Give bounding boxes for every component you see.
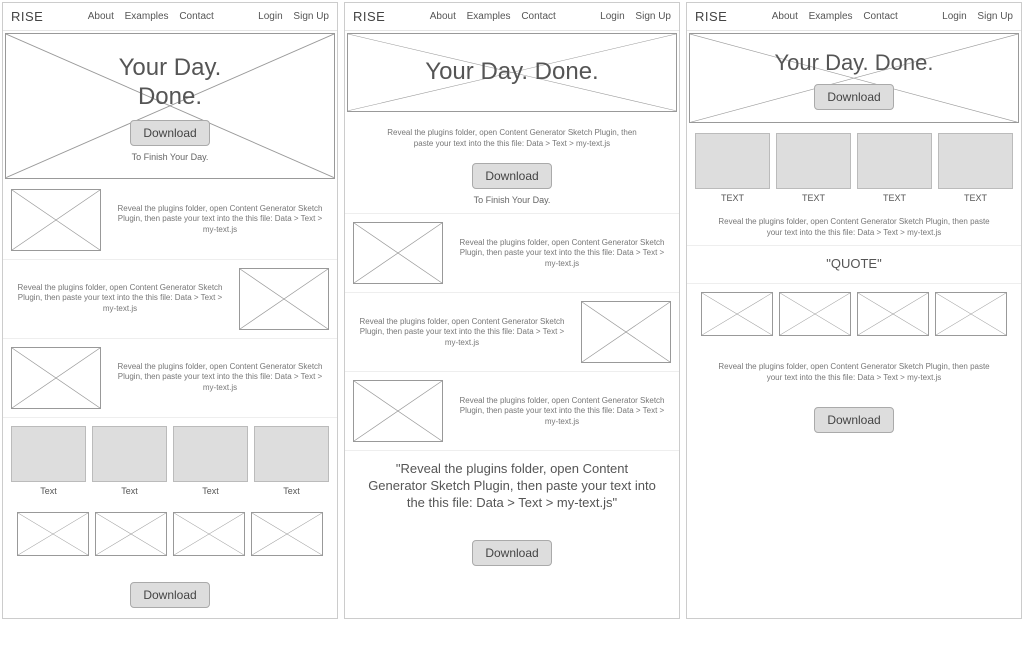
nav-contact[interactable]: Contact	[521, 11, 555, 22]
layout-variant-2: RISE About Examples Contact Login Sign U…	[344, 2, 680, 619]
feature-row-3: Reveal the plugins folder, open Content …	[3, 339, 337, 418]
quote-block: "Reveal the plugins folder, open Content…	[345, 451, 679, 522]
feature-row-2: Reveal the plugins folder, open Content …	[345, 293, 679, 372]
hero-title: Your Day. Done.	[14, 54, 326, 112]
image-placeholder	[857, 292, 929, 336]
login-link[interactable]: Login	[600, 11, 624, 22]
image-placeholder	[251, 512, 323, 556]
image-placeholder	[353, 222, 443, 284]
download-button[interactable]: Download	[130, 582, 209, 608]
feature-row-1: Reveal the plugins folder, open Content …	[3, 181, 337, 260]
image-placeholder	[701, 292, 773, 336]
header: RISE About Examples Contact Login Sign U…	[345, 3, 679, 31]
hero: Your Day. Done.	[347, 33, 677, 112]
image-placeholder	[779, 292, 851, 336]
intro-section: Reveal the plugins folder, open Content …	[345, 114, 679, 215]
grid-cell	[857, 133, 932, 189]
grid-caption: Text	[202, 486, 219, 496]
grid-caption: TEXT	[883, 193, 906, 203]
grid-cell	[92, 426, 167, 482]
hero: Your Day. Done. Download	[689, 33, 1019, 123]
nav-auth: Login Sign Up	[934, 11, 1013, 22]
image-placeholder	[17, 512, 89, 556]
feature-text: Reveal the plugins folder, open Content …	[453, 396, 671, 427]
image-placeholder	[935, 292, 1007, 336]
nav-examples[interactable]: Examples	[809, 11, 853, 22]
login-link[interactable]: Login	[942, 11, 966, 22]
signup-link[interactable]: Sign Up	[293, 11, 329, 22]
grid-caption: TEXT	[964, 193, 987, 203]
feature-row-3: Reveal the plugins folder, open Content …	[345, 372, 679, 451]
nav-primary: About Examples Contact	[80, 11, 214, 22]
image-placeholder	[173, 512, 245, 556]
nav-contact[interactable]: Contact	[179, 11, 213, 22]
logo: RISE	[353, 9, 385, 24]
signup-link[interactable]: Sign Up	[977, 11, 1013, 22]
nav-auth: Login Sign Up	[592, 11, 671, 22]
hero-tagline: To Finish Your Day.	[353, 195, 671, 205]
image-placeholder	[353, 380, 443, 442]
download-button[interactable]: Download	[814, 407, 893, 433]
feature-text: Reveal the plugins folder, open Content …	[353, 317, 571, 348]
feature-text: Reveal the plugins folder, open Content …	[11, 283, 229, 314]
grid-caption: Text	[40, 486, 57, 496]
header: RISE About Examples Contact Login Sign U…	[3, 3, 337, 31]
hero-title: Your Day. Done.	[698, 50, 1010, 76]
hero-title: Your Day. Done.	[356, 58, 668, 87]
image-placeholder	[95, 512, 167, 556]
feature-text: Reveal the plugins folder, open Content …	[687, 344, 1021, 390]
thumbnail-row	[687, 284, 1021, 344]
feature-grid: Text Text Text Text	[3, 418, 337, 504]
grid-cell	[173, 426, 248, 482]
grid-caption: Text	[283, 486, 300, 496]
grid-cell	[695, 133, 770, 189]
nav-primary: About Examples Contact	[422, 11, 556, 22]
feature-text: Reveal the plugins folder, open Content …	[687, 211, 1021, 246]
feature-text: Reveal the plugins folder, open Content …	[111, 204, 329, 235]
feature-row-2: Reveal the plugins folder, open Content …	[3, 260, 337, 339]
grid-cell	[776, 133, 851, 189]
download-button[interactable]: Download	[472, 163, 551, 189]
download-button[interactable]: Download	[814, 84, 893, 110]
login-link[interactable]: Login	[258, 11, 282, 22]
feature-row-1: Reveal the plugins folder, open Content …	[345, 214, 679, 293]
hero-tagline: To Finish Your Day.	[14, 152, 326, 162]
nav-about[interactable]: About	[772, 11, 798, 22]
image-placeholder	[11, 189, 101, 251]
download-button[interactable]: Download	[472, 540, 551, 566]
nav-primary: About Examples Contact	[764, 11, 898, 22]
image-placeholder	[239, 268, 329, 330]
feature-text: Reveal the plugins folder, open Content …	[111, 362, 329, 393]
layout-variant-3: RISE About Examples Contact Login Sign U…	[686, 2, 1022, 619]
feature-grid: TEXT TEXT TEXT TEXT	[687, 125, 1021, 211]
thumbnail-row	[3, 504, 337, 564]
image-placeholder	[581, 301, 671, 363]
signup-link[interactable]: Sign Up	[635, 11, 671, 22]
nav-examples[interactable]: Examples	[467, 11, 511, 22]
nav-contact[interactable]: Contact	[863, 11, 897, 22]
download-button[interactable]: Download	[130, 120, 209, 146]
layout-variant-1: RISE About Examples Contact Login Sign U…	[2, 2, 338, 619]
quote-block: "QUOTE"	[687, 246, 1021, 284]
grid-cell	[254, 426, 329, 482]
cta-section: Download	[3, 564, 337, 618]
header: RISE About Examples Contact Login Sign U…	[687, 3, 1021, 31]
grid-cell	[938, 133, 1013, 189]
intro-text: Reveal the plugins folder, open Content …	[353, 122, 671, 156]
grid-caption: Text	[121, 486, 138, 496]
hero: Your Day. Done. Download To Finish Your …	[5, 33, 335, 179]
cta-section: Download	[687, 389, 1021, 443]
nav-auth: Login Sign Up	[250, 11, 329, 22]
feature-text: Reveal the plugins folder, open Content …	[453, 238, 671, 269]
nav-about[interactable]: About	[88, 11, 114, 22]
grid-cell	[11, 426, 86, 482]
image-placeholder	[11, 347, 101, 409]
grid-caption: TEXT	[721, 193, 744, 203]
nav-about[interactable]: About	[430, 11, 456, 22]
logo: RISE	[695, 9, 727, 24]
cta-section: Download	[345, 522, 679, 576]
logo: RISE	[11, 9, 43, 24]
grid-caption: TEXT	[802, 193, 825, 203]
nav-examples[interactable]: Examples	[125, 11, 169, 22]
